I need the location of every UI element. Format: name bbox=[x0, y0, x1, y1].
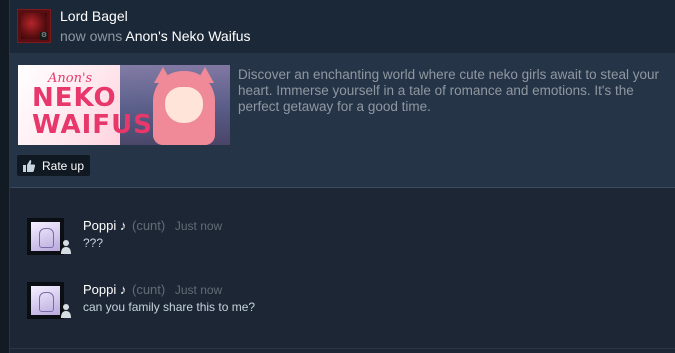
commenter-avatar-image bbox=[31, 286, 60, 315]
comment-timestamp: Just now bbox=[174, 283, 223, 297]
banner-character-face bbox=[165, 87, 203, 123]
commenter-avatar-image bbox=[31, 222, 60, 251]
user-avatar[interactable]: ⚙ bbox=[17, 9, 51, 43]
music-note-icon: ♪ bbox=[119, 282, 127, 297]
comment-header: Poppi ♪ (cunt) Just now bbox=[83, 218, 222, 233]
game-panel: Anon's NEKO WAIFUS Discover an enchantin… bbox=[10, 53, 675, 188]
thumbs-up-icon bbox=[22, 159, 36, 173]
activity-header: ⚙ Lord Bagel now owns Anon's Neko Waifus bbox=[10, 0, 675, 53]
online-status-icon bbox=[61, 240, 71, 254]
banner-logo-mid: NEKO bbox=[32, 83, 117, 113]
comment-thread: Poppi ♪ (cunt) Just now ??? Poppi ♪ (cun… bbox=[10, 188, 675, 353]
comment-text: ??? bbox=[83, 236, 104, 250]
comment-header: Poppi ♪ (cunt) Just now bbox=[83, 282, 222, 297]
commenter-name-link[interactable]: Poppi bbox=[83, 282, 116, 297]
divider bbox=[10, 348, 675, 349]
commenter-nickname: (cunt) bbox=[132, 218, 166, 233]
commenter-name-link[interactable]: Poppi bbox=[83, 218, 116, 233]
commenter-avatar[interactable] bbox=[27, 218, 64, 255]
comment-item: Poppi ♪ (cunt) Just now can you family s… bbox=[27, 282, 667, 326]
commenter-nickname: (cunt) bbox=[132, 282, 166, 297]
game-title-link[interactable]: Anon's Neko Waifus bbox=[125, 28, 250, 44]
action-text: now owns bbox=[60, 28, 123, 44]
game-banner[interactable]: Anon's NEKO WAIFUS bbox=[18, 65, 230, 145]
user-name-link[interactable]: Lord Bagel bbox=[60, 8, 128, 24]
avatar-badge-icon: ⚙ bbox=[40, 32, 48, 40]
rate-up-button[interactable]: Rate up bbox=[17, 155, 91, 176]
music-note-icon: ♪ bbox=[119, 218, 127, 233]
commenter-avatar[interactable] bbox=[27, 282, 64, 319]
comment-item: Poppi ♪ (cunt) Just now ??? bbox=[27, 218, 667, 262]
online-status-icon bbox=[61, 304, 71, 318]
game-description: Discover an enchanting world where cute … bbox=[238, 67, 659, 114]
banner-logo-bottom: WAIFUS bbox=[32, 110, 153, 140]
activity-card: ⚙ Lord Bagel now owns Anon's Neko Waifus… bbox=[9, 0, 675, 353]
comment-text: can you family share this to me? bbox=[83, 300, 256, 314]
activity-description: now owns Anon's Neko Waifus bbox=[60, 28, 251, 44]
rate-up-label: Rate up bbox=[42, 158, 85, 173]
comment-timestamp: Just now bbox=[174, 219, 223, 233]
